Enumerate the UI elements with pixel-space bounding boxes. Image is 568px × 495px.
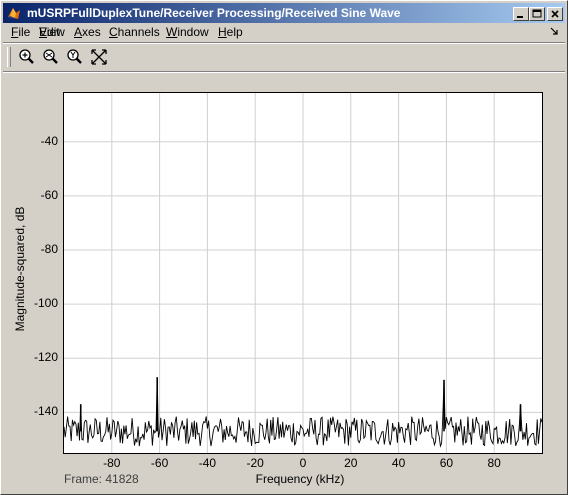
minimize-icon	[517, 16, 523, 18]
close-button[interactable]	[547, 7, 563, 21]
x-tick-label: -80	[103, 456, 121, 470]
menu-channels[interactable]: Channels	[109, 25, 160, 40]
close-icon	[551, 10, 559, 18]
window-title: mUSRPFullDuplexTune/Receiver Processing/…	[27, 6, 401, 20]
matlab-icon	[8, 8, 20, 19]
autoscale-icon[interactable]	[88, 46, 110, 68]
dock-arrow-icon[interactable]	[549, 26, 559, 36]
menu-help[interactable]: Help	[218, 25, 243, 40]
maximize-icon	[532, 9, 542, 18]
minimize-button[interactable]	[513, 7, 529, 21]
zoom-x-icon[interactable]	[39, 46, 61, 68]
title-bar[interactable]: mUSRPFullDuplexTune/Receiver Processing/…	[3, 3, 565, 23]
x-tick-label: -20	[246, 456, 264, 470]
spectrum-plot[interactable]	[63, 92, 543, 454]
toolbar-separator	[3, 71, 565, 73]
x-tick-label: -60	[150, 456, 169, 470]
maximize-button[interactable]	[529, 7, 545, 21]
menu-file[interactable]: File	[11, 25, 30, 40]
x-tick-label: -40	[198, 456, 217, 470]
x-axis-label: Frequency (kHz)	[255, 472, 345, 486]
toolbar	[3, 44, 565, 70]
y-tick-label: -40	[40, 133, 58, 148]
x-tick-label: 20	[344, 456, 358, 470]
menu-bar: File Edit View Axes Channels Window Help	[3, 23, 565, 42]
zoom-in-icon[interactable]	[15, 46, 37, 68]
menu-view[interactable]: View	[39, 25, 65, 40]
frame-label: Frame:	[64, 472, 103, 486]
x-tick-label: 60	[439, 456, 454, 470]
x-tick-label: 0	[299, 456, 307, 470]
frame-value: 41828	[105, 472, 139, 486]
toolbar-grip[interactable]	[7, 47, 11, 67]
y-tick-label: -140	[33, 404, 58, 419]
frame-counter: Frame: 41828	[64, 472, 139, 486]
spectrum-plot-svg	[64, 93, 542, 453]
x-tick-label: 40	[391, 456, 406, 470]
x-tick-label: 80	[487, 456, 501, 470]
y-axis-label: Magnitude-squared, dB	[13, 206, 27, 332]
y-tick-label: -120	[33, 350, 58, 365]
menu-window[interactable]: Window	[166, 25, 209, 40]
menu-axes[interactable]: Axes	[74, 25, 101, 40]
zoom-y-icon[interactable]	[63, 46, 85, 68]
